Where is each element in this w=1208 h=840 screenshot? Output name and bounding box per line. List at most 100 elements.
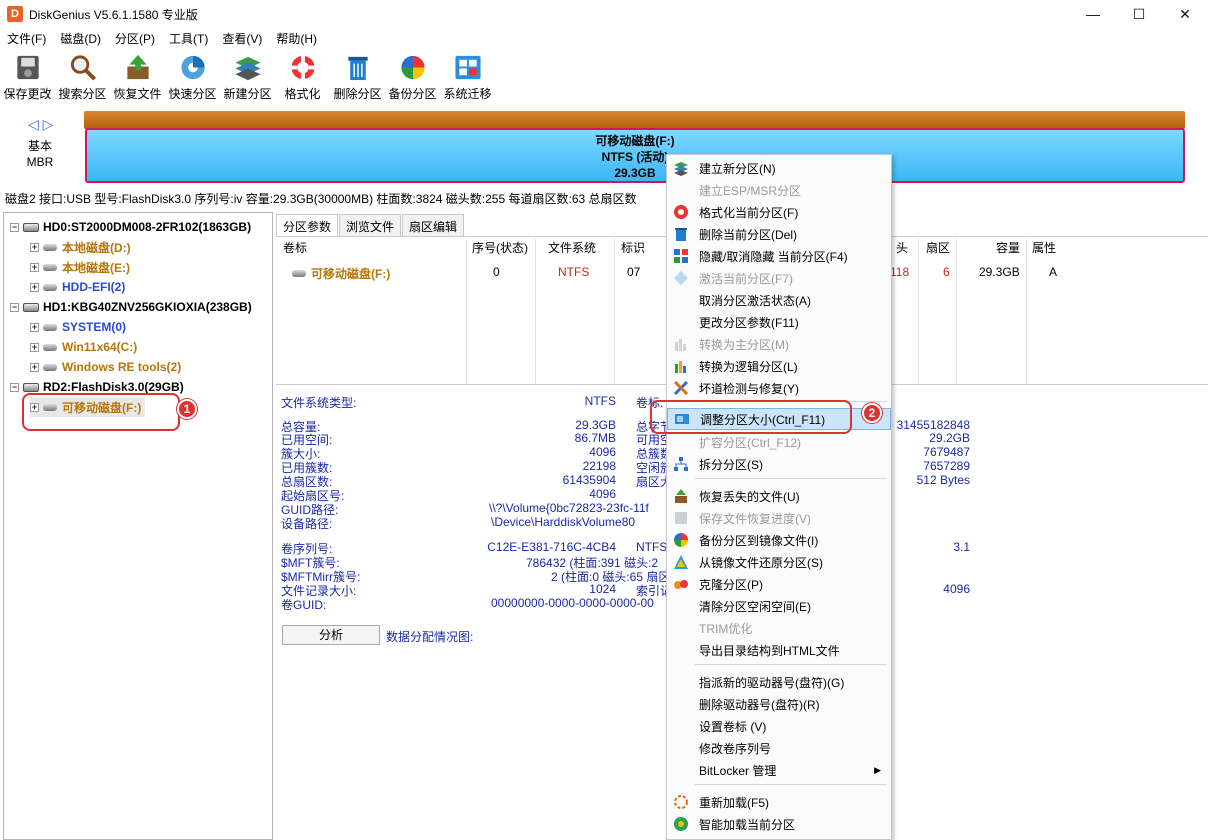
save-disk-icon xyxy=(16,55,39,80)
tree-partition-winre[interactable]: + Windows RE tools(2) xyxy=(30,357,181,377)
menu-remove-drive-letter[interactable]: 删除驱动器号(盘符)(R) xyxy=(667,693,891,715)
split-icon xyxy=(674,457,688,471)
trash-icon xyxy=(347,56,368,81)
tree-partition-hdd-efi[interactable]: + HDD-EFI(2) xyxy=(30,277,125,297)
tab-browse-files[interactable]: 浏览文件 xyxy=(339,214,402,236)
window-title: DiskGenius V5.6.1.1580 专业版 xyxy=(29,7,198,22)
tree-partition-system[interactable]: + SYSTEM(0) xyxy=(30,317,126,337)
col-volume[interactable]: 卷标 xyxy=(283,239,307,259)
menu-deactivate-partition[interactable]: 取消分区激活状态(A) xyxy=(667,289,891,311)
partition-block[interactable]: 可移动磁盘(F:) NTFS (活动) 29.3GB xyxy=(85,128,1185,183)
close-button[interactable]: ✕ xyxy=(1162,0,1208,28)
drive-icon xyxy=(43,343,57,351)
menu-partition[interactable]: 分区(P) xyxy=(108,30,162,47)
menu-bitlocker[interactable]: BitLocker 管理 ▶ xyxy=(667,759,891,781)
expand-icon[interactable]: + xyxy=(30,282,39,292)
menu-hide-partition[interactable]: 隐藏/取消隐藏 当前分区(F4) xyxy=(667,245,891,267)
tree-disk-hd0[interactable]: − HD0:ST2000DM008-2FR102(1863GB) xyxy=(10,217,251,237)
disk-nav-arrows[interactable]: ◁ ▷ xyxy=(28,116,53,133)
magnifier-icon xyxy=(70,55,96,81)
menu-file[interactable]: 文件(F) xyxy=(0,30,53,47)
col-index[interactable]: 序号(状态) xyxy=(472,239,528,259)
menu-assign-drive-letter[interactable]: 指派新的驱动器号(盘符)(G) xyxy=(667,671,891,693)
expand-icon[interactable]: + xyxy=(30,262,39,272)
system-migrate-button[interactable]: 系统迁移 xyxy=(440,50,495,102)
menu-change-serial[interactable]: 修改卷序列号 xyxy=(667,737,891,759)
tree-partition-d[interactable]: + 本地磁盘(D:) xyxy=(30,237,131,257)
menu-help[interactable]: 帮助(H) xyxy=(269,30,324,47)
col-id[interactable]: 标识 xyxy=(621,239,645,259)
tab-sector-edit[interactable]: 扇区编辑 xyxy=(402,214,465,236)
menu-view[interactable]: 查看(V) xyxy=(215,30,269,47)
menu-new-partition[interactable]: 建立新分区(N) xyxy=(667,157,891,179)
format-button[interactable]: 格式化 xyxy=(275,50,330,102)
restore-icon xyxy=(674,555,688,569)
collapse-icon[interactable]: − xyxy=(10,302,19,312)
col-fs[interactable]: 文件系统 xyxy=(548,239,596,259)
hard-disk-icon xyxy=(23,302,39,312)
menu-extend-partition[interactable]: 扩容分区(Ctrl_F12) xyxy=(667,431,891,453)
menu-format-partition[interactable]: 格式化当前分区(F) xyxy=(667,201,891,223)
analyze-button[interactable]: 分析 xyxy=(282,625,380,645)
menu-change-params[interactable]: 更改分区参数(F11) xyxy=(667,311,891,333)
tree-disk-hd1[interactable]: − HD1:KBG40ZNV256GKIOXIA(238GB) xyxy=(10,297,252,317)
menu-convert-logical[interactable]: 转换为逻辑分区(L) xyxy=(667,355,891,377)
collapse-icon[interactable]: − xyxy=(10,222,19,232)
menu-create-esp-msr[interactable]: 建立ESP/MSR分区 xyxy=(667,179,891,201)
format-icon xyxy=(674,205,688,219)
menu-clone-partition[interactable]: 克隆分区(P) xyxy=(667,573,891,595)
expand-icon[interactable]: + xyxy=(30,322,39,332)
save-changes-button[interactable]: 保存更改 xyxy=(0,50,55,102)
col-capacity[interactable]: 容量 xyxy=(996,239,1020,259)
new-partition-button[interactable]: 新建分区 xyxy=(220,50,275,102)
menu-export-html[interactable]: 导出目录结构到HTML文件 xyxy=(667,639,891,661)
col-head[interactable]: 头 xyxy=(896,239,908,259)
collapse-icon[interactable]: − xyxy=(10,382,19,392)
menu-backup-to-image[interactable]: 备份分区到镜像文件(I) xyxy=(667,529,891,551)
menu-reload[interactable]: 重新加载(F5) xyxy=(667,791,891,813)
menu-bad-sector-check[interactable]: 坏道检测与修复(Y) xyxy=(667,377,891,399)
menu-wipe-free-space[interactable]: 清除分区空闲空间(E) xyxy=(667,595,891,617)
windows-migrate-icon xyxy=(454,55,481,80)
expand-icon[interactable]: + xyxy=(30,362,39,372)
col-sector[interactable]: 扇区 xyxy=(926,239,950,259)
menu-set-volume-label[interactable]: 设置卷标 (V) xyxy=(667,715,891,737)
tab-partition-params[interactable]: 分区参数 xyxy=(276,214,339,236)
recover-box-icon xyxy=(126,54,149,80)
partition-block-name: 可移动磁盘(F:) xyxy=(595,134,675,148)
callout-resize xyxy=(650,400,852,434)
disk-map: ◁ ▷ 基本 MBR 可移动磁盘(F:) NTFS (活动) 29.3GB xyxy=(0,106,1208,188)
menu-convert-primary[interactable]: 转换为主分区(M) xyxy=(667,333,891,355)
expand-icon[interactable]: + xyxy=(30,242,39,252)
recover-files-button[interactable]: 恢复文件 xyxy=(110,50,165,102)
menu-split-partition[interactable]: 拆分分区(S) xyxy=(667,453,891,475)
menu-save-recovery-progress[interactable]: 保存文件恢复进度(V) xyxy=(667,507,891,529)
tree-partition-c[interactable]: + Win11x64(C:) xyxy=(30,337,137,357)
menu-tools[interactable]: 工具(T) xyxy=(162,30,215,47)
recover-icon xyxy=(675,489,687,503)
backup-partition-button[interactable]: 备份分区 xyxy=(385,50,440,102)
drive-icon xyxy=(43,283,57,291)
quick-partition-button[interactable]: 快速分区 xyxy=(165,50,220,102)
menu-smart-load[interactable]: 智能加载当前分区 xyxy=(667,813,891,835)
menu-disk[interactable]: 磁盘(D) xyxy=(53,30,108,47)
menu-delete-partition[interactable]: 删除当前分区(Del) xyxy=(667,223,891,245)
disk-info: 磁盘2 接口:USB 型号:FlashDisk3.0 序列号:iv 容量:29.… xyxy=(5,192,637,206)
menu-activate-partition[interactable]: 激活当前分区(F7) xyxy=(667,267,891,289)
menu-recover-files[interactable]: 恢复丢失的文件(U) xyxy=(667,485,891,507)
search-partition-button[interactable]: 搜索分区 xyxy=(55,50,110,102)
callout-partition-f xyxy=(22,393,180,431)
tools-icon xyxy=(673,380,689,396)
menu-restore-from-image[interactable]: 从镜像文件还原分区(S) xyxy=(667,551,891,573)
menu-trim-optimize[interactable]: TRIM优化 xyxy=(667,617,891,639)
submenu-arrow-icon: ▶ xyxy=(874,764,881,775)
minimize-button[interactable]: — xyxy=(1070,0,1116,28)
maximize-button[interactable]: ☐ xyxy=(1116,0,1162,28)
expand-icon[interactable]: + xyxy=(30,342,39,352)
step-badge-1: 1 xyxy=(177,399,197,419)
delete-partition-button[interactable]: 删除分区 xyxy=(330,50,385,102)
col-attr[interactable]: 属性 xyxy=(1032,239,1056,259)
delete-icon xyxy=(675,228,687,241)
lifebuoy-icon xyxy=(290,55,315,80)
tree-partition-e[interactable]: + 本地磁盘(E:) xyxy=(30,257,130,277)
